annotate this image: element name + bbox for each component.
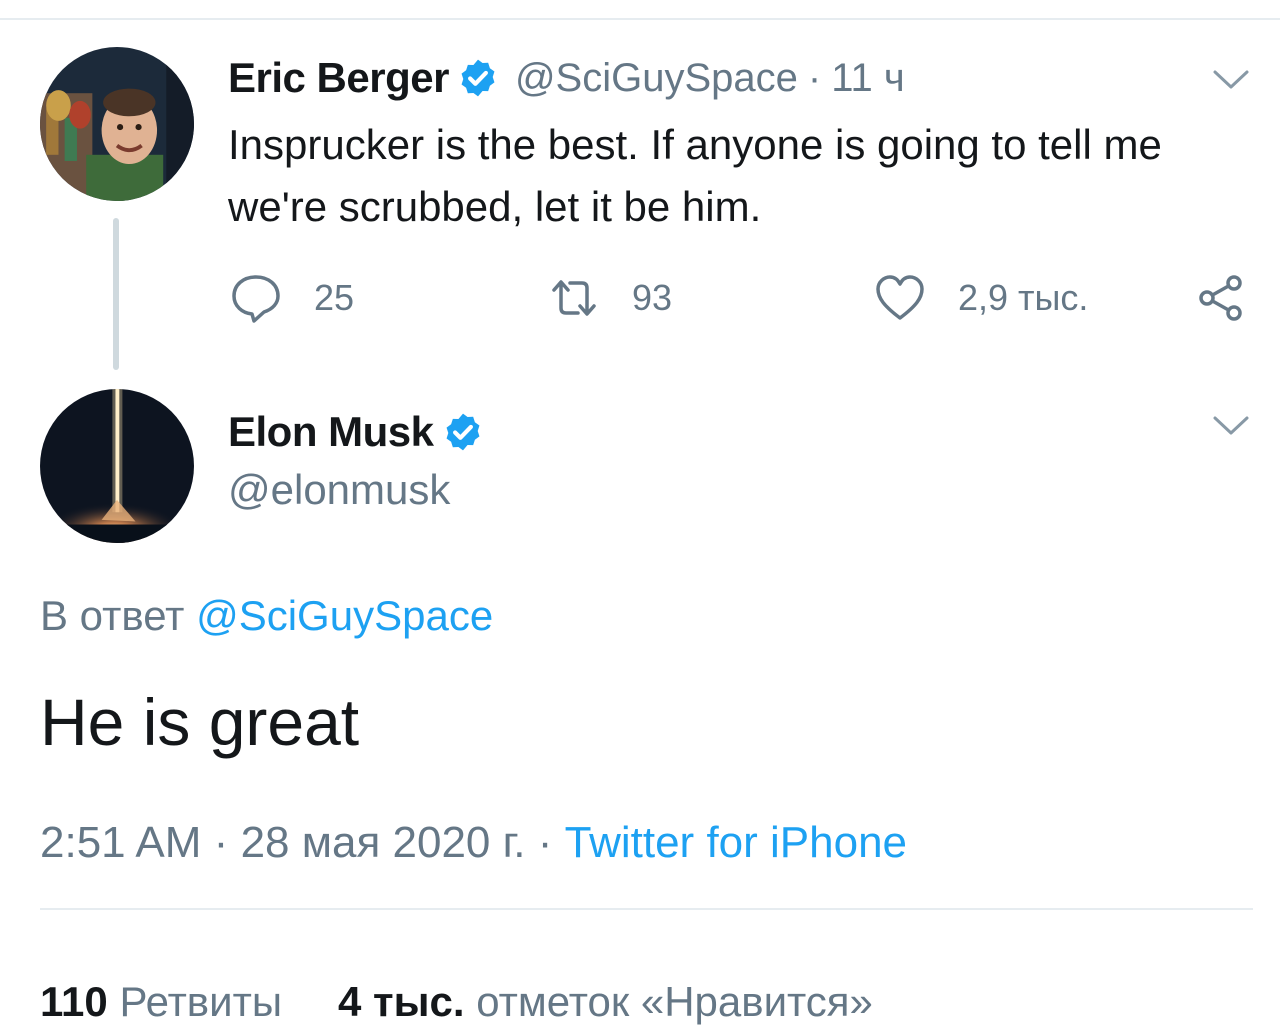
top-divider (0, 18, 1280, 20)
reply-prefix: В ответ (40, 592, 185, 639)
elon-musk-avatar[interactable] (40, 389, 194, 543)
likes-stat[interactable]: 4 тыс. отметок «Нравится» (338, 978, 873, 1025)
likes-label: отметок «Нравится» (476, 978, 873, 1025)
separator-dot: · (537, 818, 553, 867)
tweet-source-link[interactable]: Twitter for iPhone (565, 818, 907, 867)
likes-count: 4 тыс. (338, 978, 465, 1025)
reply-to-line: В ответ @SciGuySpace (40, 592, 493, 640)
retweets-stat[interactable]: 110 Ретвиты (40, 978, 282, 1025)
tweet-time: 2:51 AM (40, 818, 202, 867)
share-button[interactable] (1196, 272, 1248, 324)
parent-tweet-text: Insprucker is the best. If anyone is goi… (228, 121, 1162, 230)
parent-tweet-header: Eric Berger @SciGuySpace · 11 ч (228, 50, 905, 106)
verified-badge-icon (457, 57, 499, 99)
retweet-count: 93 (632, 277, 673, 318)
retweet-button[interactable]: 93 (548, 272, 672, 324)
main-tweet-text: He is great (40, 685, 360, 759)
eric-berger-avatar[interactable] (40, 47, 194, 201)
main-author-handle[interactable]: @elonmusk (228, 466, 450, 514)
stats-divider (40, 908, 1253, 910)
main-tweet-header: Elon Musk (228, 404, 484, 460)
separator-dot: · (213, 818, 229, 867)
retweets-count: 110 (40, 978, 108, 1025)
thread-connector-line (113, 218, 119, 370)
heart-icon (874, 272, 926, 324)
retweets-label: Ретвиты (119, 978, 283, 1025)
verified-badge-icon (442, 411, 484, 453)
parent-author-name[interactable]: Eric Berger (228, 54, 449, 102)
parent-author-handle[interactable]: @SciGuySpace (515, 56, 798, 101)
reply-to-mention[interactable]: @SciGuySpace (196, 592, 493, 639)
tweet-date: 28 мая 2020 г. (240, 818, 526, 867)
tweet-stats: 110 Ретвиты 4 тыс. отметок «Нравится» (40, 978, 873, 1026)
chevron-down-icon[interactable] (1212, 68, 1250, 92)
share-icon (1196, 272, 1248, 324)
chevron-down-icon[interactable] (1212, 414, 1250, 438)
parent-tweet-time[interactable]: 11 ч (831, 56, 904, 101)
tweet-metadata: 2:51 AM · 28 мая 2020 г. · Twitter for i… (40, 818, 907, 868)
like-count: 2,9 тыс. (958, 277, 1089, 318)
reply-count: 25 (314, 277, 355, 318)
reply-icon (230, 272, 282, 324)
retweet-icon (548, 272, 600, 324)
reply-button[interactable]: 25 (230, 272, 354, 324)
separator-dot: · (807, 55, 822, 100)
like-button[interactable]: 2,9 тыс. (874, 272, 1088, 324)
main-author-name[interactable]: Elon Musk (228, 408, 434, 456)
